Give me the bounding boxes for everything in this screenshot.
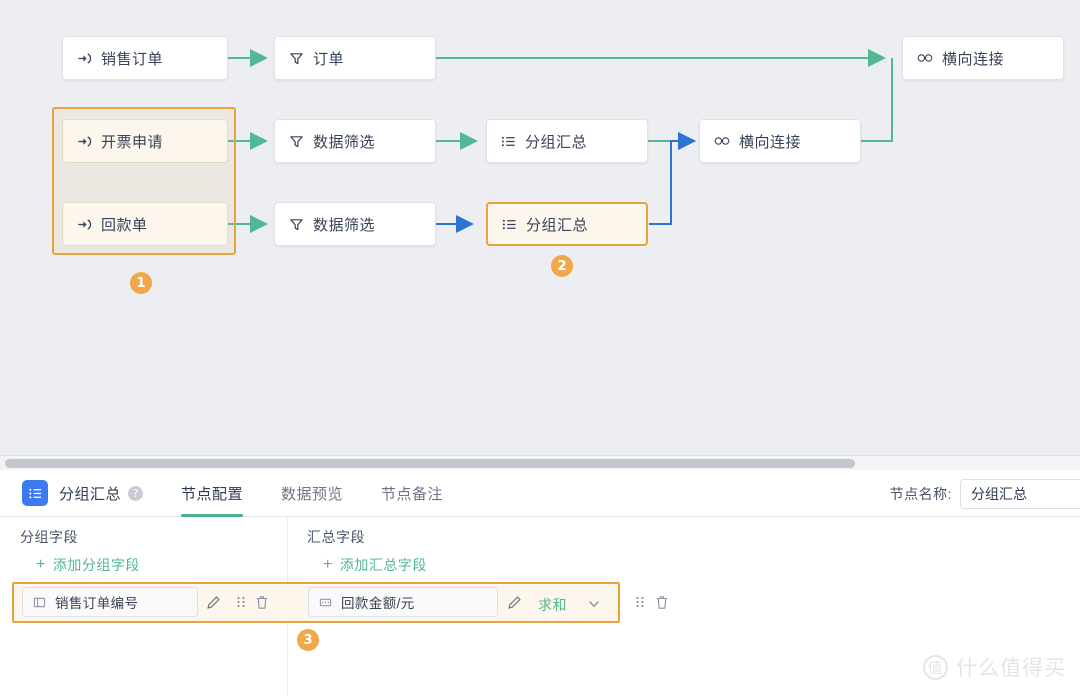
watermark-logo: 值 bbox=[923, 654, 948, 680]
add-group-field-link[interactable]: + 添加分组字段 bbox=[36, 555, 140, 575]
annotation-badge-1: 1 bbox=[130, 272, 152, 294]
flow-node-horizontal-join-top[interactable]: 横向连接 bbox=[902, 36, 1064, 80]
plus-icon: + bbox=[36, 556, 46, 573]
flow-node-payment-receipt[interactable]: 回款单 bbox=[62, 202, 228, 246]
annotation-badge-3: 3 bbox=[297, 629, 319, 651]
node-name-field-wrap: 节点名称: 分组汇总 bbox=[890, 470, 1080, 517]
add-summary-field-link[interactable]: + 添加汇总字段 bbox=[323, 555, 427, 575]
add-summary-field-label: 添加汇总字段 bbox=[339, 557, 427, 573]
flow-node-label: 横向连接 bbox=[942, 50, 1005, 68]
chevron-down-icon[interactable] bbox=[585, 595, 603, 613]
text-field-icon bbox=[33, 596, 46, 609]
flow-node-data-filter-mid[interactable]: 数据筛选 bbox=[274, 119, 436, 163]
summary-field-pill[interactable]: 回款金额/元 bbox=[308, 587, 498, 617]
tab-node-config[interactable]: 节点配置 bbox=[181, 470, 244, 517]
filter-icon bbox=[289, 134, 304, 149]
plus-icon: + bbox=[323, 556, 333, 573]
summary-field-delete-icon[interactable] bbox=[653, 593, 671, 611]
watermark-text: 什么值得买 bbox=[956, 657, 1066, 680]
number-field-icon bbox=[319, 596, 332, 609]
group-field-drag-icon[interactable] bbox=[232, 593, 250, 611]
flow-node-label: 回款单 bbox=[101, 216, 148, 234]
filter-icon bbox=[289, 217, 304, 232]
watermark: 值 什么值得买 bbox=[923, 652, 1066, 682]
annotation-badge-2: 2 bbox=[551, 255, 573, 277]
panel-tabs: 节点配置 数据预览 节点备注 bbox=[181, 470, 481, 517]
node-name-label: 节点名称: bbox=[889, 485, 952, 502]
flow-node-label: 分组汇总 bbox=[525, 133, 588, 151]
horizontal-join-icon bbox=[917, 52, 933, 64]
node-config-panel: 分组汇总 ? 节点配置 数据预览 节点备注 节点名称: 分组汇总 分组字段 + … bbox=[0, 455, 1080, 696]
flow-node-sales-order[interactable]: 销售订单 bbox=[62, 36, 228, 80]
scrollbar-thumb[interactable] bbox=[5, 459, 855, 468]
panel-header: 分组汇总 ? 节点配置 数据预览 节点备注 节点名称: 分组汇总 bbox=[0, 470, 1080, 517]
group-field-pill[interactable]: 销售订单编号 bbox=[22, 587, 198, 617]
flow-node-label: 分组汇总 bbox=[526, 216, 589, 234]
flow-node-label: 开票申请 bbox=[101, 133, 164, 151]
flow-node-label: 订单 bbox=[313, 50, 345, 68]
flow-canvas[interactable]: 销售订单 订单 横向连接 开票申请 数据筛选 分组汇总 横向连接 回款单 数据筛… bbox=[0, 0, 1080, 455]
summary-field-name: 回款金额/元 bbox=[341, 596, 415, 611]
tab-node-notes[interactable]: 节点备注 bbox=[381, 470, 443, 517]
group-field-title: 分组字段 bbox=[20, 529, 78, 545]
flow-node-label: 销售订单 bbox=[101, 50, 164, 68]
data-input-icon bbox=[77, 217, 92, 232]
panel-body: 分组字段 + 添加分组字段 销售订单编号 汇总字段 + 添加汇总字段 回款金额/… bbox=[0, 517, 1080, 696]
group-field-delete-icon[interactable] bbox=[253, 593, 271, 611]
add-group-field-label: 添加分组字段 bbox=[52, 557, 140, 573]
filter-icon bbox=[289, 51, 304, 66]
data-input-icon bbox=[77, 134, 92, 149]
horizontal-join-icon bbox=[714, 135, 730, 147]
group-field-name: 销售订单编号 bbox=[55, 596, 139, 611]
group-field-edit-icon[interactable] bbox=[204, 593, 222, 611]
data-input-icon bbox=[77, 51, 92, 66]
aggregation-value[interactable]: 求和 bbox=[538, 595, 567, 615]
flow-node-horizontal-join-mid[interactable]: 横向连接 bbox=[699, 119, 861, 163]
flow-node-label: 数据筛选 bbox=[313, 133, 376, 151]
summary-field-title: 汇总字段 bbox=[307, 529, 365, 545]
panel-title: 分组汇总 bbox=[59, 485, 122, 503]
flow-node-order-filter[interactable]: 订单 bbox=[274, 36, 436, 80]
help-icon[interactable]: ? bbox=[128, 485, 144, 501]
flow-node-invoice-request[interactable]: 开票申请 bbox=[62, 119, 228, 163]
node-name-input[interactable]: 分组汇总 bbox=[960, 478, 1080, 509]
summary-field-edit-icon[interactable] bbox=[505, 593, 523, 611]
horizontal-scrollbar[interactable] bbox=[0, 456, 1080, 470]
flow-node-group-summary-selected[interactable]: 分组汇总 bbox=[486, 202, 648, 246]
tab-data-preview[interactable]: 数据预览 bbox=[281, 470, 343, 517]
summary-field-drag-icon[interactable] bbox=[631, 593, 649, 611]
flow-node-label: 数据筛选 bbox=[313, 216, 376, 234]
group-summary-icon bbox=[22, 480, 48, 506]
flow-node-data-filter-bottom[interactable]: 数据筛选 bbox=[274, 202, 436, 246]
flow-node-group-summary-mid[interactable]: 分组汇总 bbox=[486, 119, 648, 163]
group-summary-icon bbox=[502, 217, 517, 232]
group-summary-icon bbox=[501, 134, 516, 149]
flow-node-label: 横向连接 bbox=[739, 133, 802, 151]
